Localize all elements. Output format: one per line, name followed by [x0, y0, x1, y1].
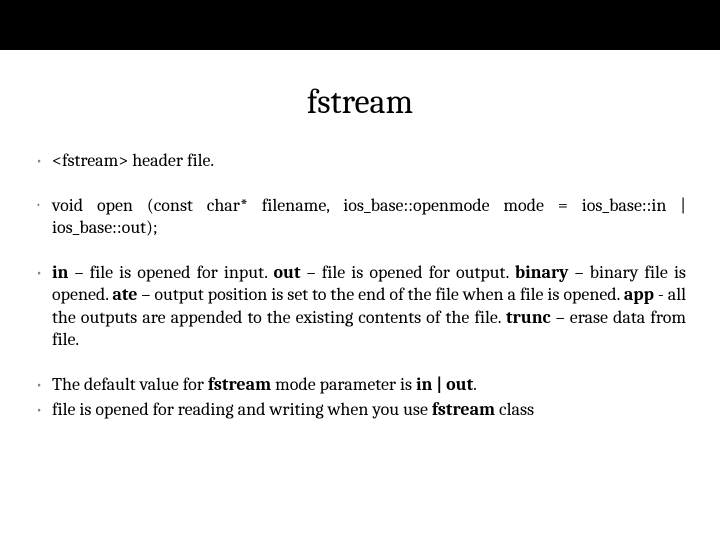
keyword-inout: in | out — [416, 374, 473, 395]
keyword-fstream: fstream — [432, 399, 495, 420]
keyword-ate: ate — [112, 284, 137, 305]
slide-title: fstream — [0, 82, 720, 122]
bullet-text: . — [473, 374, 477, 395]
bullet-text: – output position is set to the end of t… — [137, 284, 623, 305]
keyword-trunc: trunc — [506, 307, 551, 328]
bullet-text: file is opened for reading and writing w… — [52, 399, 432, 420]
bullet-item: in – file is opened for input. out – fil… — [34, 262, 686, 352]
bullet-text: The default value for — [52, 374, 208, 395]
keyword-in: in — [52, 262, 68, 283]
bullet-text: void open (const char* filename, ios_bas… — [52, 195, 686, 239]
bullet-text: – file is opened for input. — [68, 262, 273, 283]
keyword-app: app — [624, 284, 654, 305]
keyword-fstream: fstream — [208, 374, 271, 395]
bullet-item: void open (const char* filename, ios_bas… — [34, 195, 686, 240]
slide-body: <fstream> header file. void open (const … — [0, 150, 720, 422]
bullet-item: The default value for fstream mode param… — [34, 374, 686, 397]
bullet-item: file is opened for reading and writing w… — [34, 399, 686, 422]
bullet-item: <fstream> header file. — [34, 150, 686, 173]
bullet-text: <fstream> header file. — [52, 150, 214, 171]
bullet-text: mode parameter is — [271, 374, 416, 395]
title-bar — [0, 0, 720, 50]
bullet-text: class — [495, 399, 534, 420]
bullet-text: – file is opened for output. — [301, 262, 515, 283]
keyword-out: out — [273, 262, 300, 283]
keyword-binary: binary — [515, 262, 569, 283]
